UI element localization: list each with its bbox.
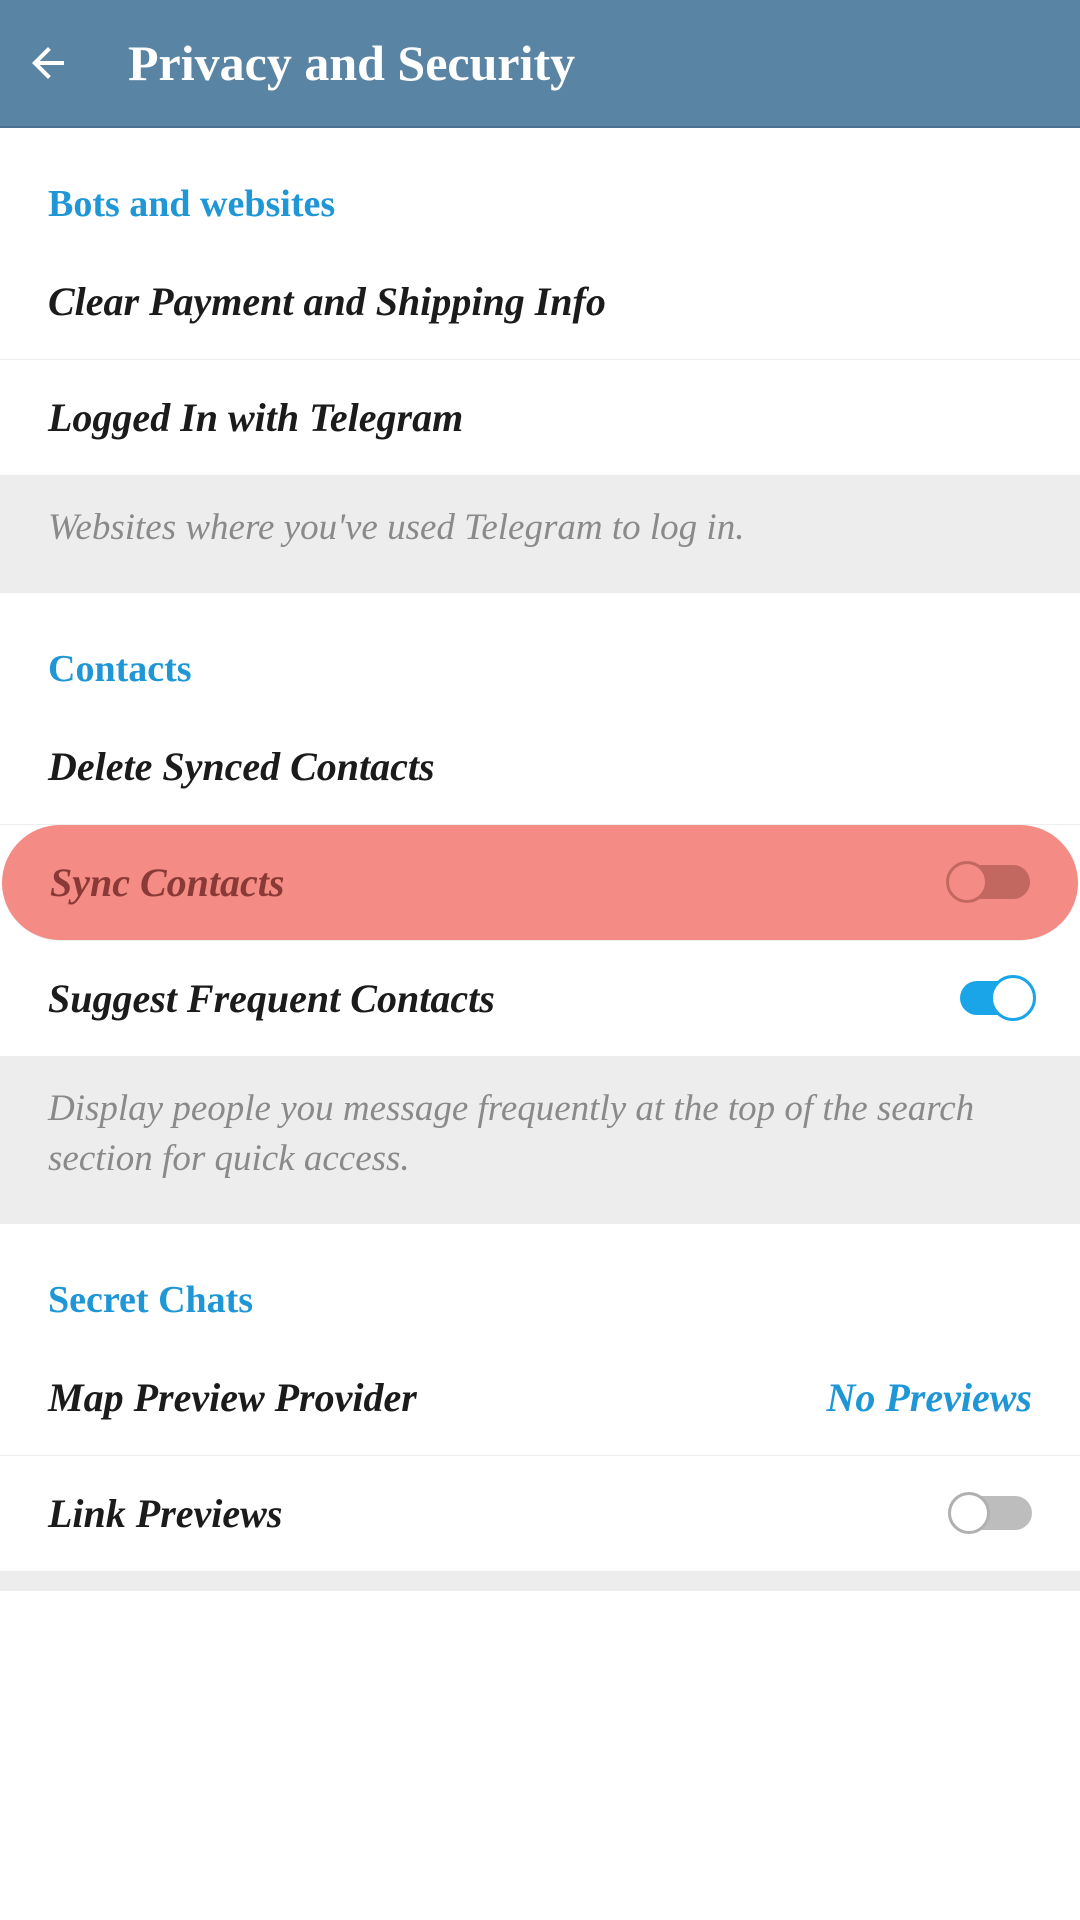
bots-footer-note: Websites where you've used Telegram to l… — [0, 475, 1080, 593]
row-link-previews[interactable]: Link Previews — [0, 1456, 1080, 1571]
link-previews-toggle[interactable] — [948, 1490, 1032, 1536]
back-arrow-icon — [24, 39, 72, 87]
section-bots-header: Bots and websites — [0, 128, 1080, 244]
clear-payment-label: Clear Payment and Shipping Info — [48, 278, 606, 325]
suggest-frequent-toggle[interactable] — [948, 975, 1032, 1021]
section-bots-title: Bots and websites — [48, 182, 1032, 226]
page-title: Privacy and Security — [128, 34, 575, 92]
sync-contacts-toggle[interactable] — [946, 859, 1030, 905]
row-suggest-frequent[interactable]: Suggest Frequent Contacts — [0, 941, 1080, 1056]
row-clear-payment[interactable]: Clear Payment and Shipping Info — [0, 244, 1080, 360]
section-secret-title: Secret Chats — [48, 1278, 1032, 1322]
back-button[interactable] — [20, 35, 76, 91]
suggest-frequent-label: Suggest Frequent Contacts — [48, 975, 495, 1022]
contacts-footer-note: Display people you message frequently at… — [0, 1056, 1080, 1224]
logged-in-label: Logged In with Telegram — [48, 394, 463, 441]
row-map-provider[interactable]: Map Preview Provider No Previews — [0, 1340, 1080, 1456]
sync-contacts-label: Sync Contacts — [50, 859, 284, 906]
row-logged-in[interactable]: Logged In with Telegram — [0, 360, 1080, 475]
map-provider-label: Map Preview Provider — [48, 1374, 417, 1421]
app-header: Privacy and Security — [0, 0, 1080, 128]
toggle-thumb — [948, 1492, 990, 1534]
delete-synced-label: Delete Synced Contacts — [48, 743, 435, 790]
section-contacts-title: Contacts — [48, 647, 1032, 691]
section-contacts-header: Contacts — [0, 593, 1080, 709]
section-secret-header: Secret Chats — [0, 1224, 1080, 1340]
row-delete-synced[interactable]: Delete Synced Contacts — [0, 709, 1080, 825]
bottom-gap — [0, 1571, 1080, 1591]
toggle-thumb — [990, 975, 1036, 1021]
link-previews-label: Link Previews — [48, 1490, 282, 1537]
map-provider-value: No Previews — [826, 1374, 1032, 1421]
row-sync-contacts[interactable]: Sync Contacts — [2, 825, 1078, 941]
